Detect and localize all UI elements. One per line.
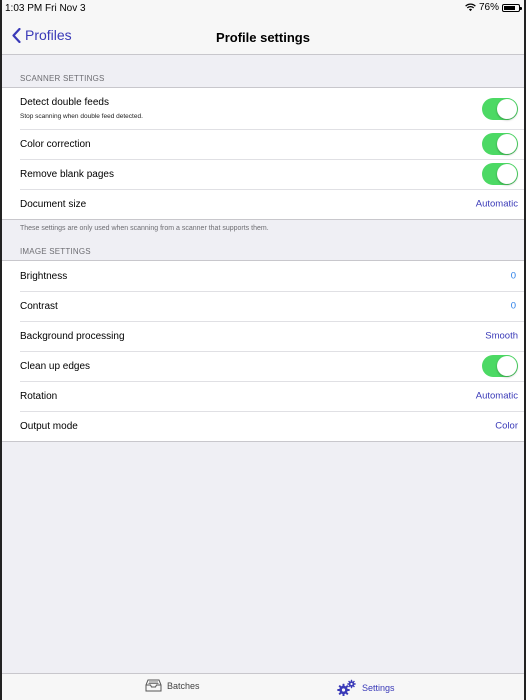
tab-label: Settings xyxy=(362,682,395,693)
remove-blank-pages-toggle[interactable] xyxy=(482,163,518,185)
remove-blank-pages-row: Remove blank pages xyxy=(2,159,524,189)
status-bar: 1:03 PM Fri Nov 3 76% xyxy=(2,0,524,18)
clean-up-edges-toggle[interactable] xyxy=(482,355,518,377)
row-subtitle: Stop scanning when double feed detected. xyxy=(20,113,143,120)
settings-content: SCANNER SETTINGS Detect double feeds Sto… xyxy=(2,56,524,442)
row-label: Output mode xyxy=(20,420,78,432)
output-mode-row[interactable]: Output mode Color xyxy=(2,411,524,441)
output-mode-value: Color xyxy=(495,420,518,432)
contrast-row[interactable]: Contrast 0 xyxy=(2,291,524,321)
row-label: Remove blank pages xyxy=(20,168,114,180)
battery-fill xyxy=(504,5,515,10)
color-correction-toggle[interactable] xyxy=(482,133,518,155)
rotation-value: Automatic xyxy=(475,390,518,402)
status-time: 1:03 PM Fri Nov 3 xyxy=(5,3,86,14)
row-label: Rotation xyxy=(20,390,58,402)
color-correction-row: Color correction xyxy=(2,129,524,159)
gears-icon xyxy=(337,679,356,696)
row-label: Background processing xyxy=(20,330,125,342)
wifi-icon xyxy=(465,3,476,12)
scanner-settings-footer: These settings are only used when scanni… xyxy=(20,225,269,232)
scanner-settings-group: Detect double feeds Stop scanning when d… xyxy=(2,87,524,220)
row-label: Color correction xyxy=(20,138,91,150)
toggle-knob xyxy=(497,356,517,376)
status-right: 76% xyxy=(465,2,522,13)
image-settings-group: Brightness 0 Contrast 0 Background proce… xyxy=(2,260,524,442)
detect-double-feeds-row: Detect double feeds Stop scanning when d… xyxy=(2,88,524,129)
tab-settings[interactable]: Settings xyxy=(337,679,395,696)
row-label: Brightness xyxy=(20,270,68,282)
image-settings-header: IMAGE SETTINGS xyxy=(20,247,91,256)
battery-icon xyxy=(502,3,522,12)
tab-label: Batches xyxy=(167,680,200,691)
row-label: Contrast xyxy=(20,300,58,312)
brightness-value: 0 xyxy=(510,270,516,282)
toggle-knob xyxy=(497,98,517,119)
tray-icon xyxy=(145,679,162,692)
rotation-row[interactable]: Rotation Automatic xyxy=(2,381,524,411)
contrast-value: 0 xyxy=(510,300,516,312)
document-size-row[interactable]: Document size Automatic xyxy=(2,189,524,219)
toggle-knob xyxy=(497,134,517,154)
page-title: Profile settings xyxy=(216,30,310,45)
clean-up-edges-row: Clean up edges xyxy=(2,351,524,381)
row-label: Document size xyxy=(20,198,87,210)
tab-batches[interactable]: Batches xyxy=(145,679,200,692)
toggle-knob xyxy=(497,164,517,184)
background-processing-value: Smooth xyxy=(485,330,518,342)
scanner-settings-header: SCANNER SETTINGS xyxy=(20,74,105,83)
battery-percent: 76% xyxy=(478,2,499,13)
navigation-bar: Profiles Profile settings xyxy=(2,18,524,55)
row-label: Clean up edges xyxy=(20,360,91,372)
background-processing-row[interactable]: Background processing Smooth xyxy=(2,321,524,351)
brightness-row[interactable]: Brightness 0 xyxy=(2,261,524,291)
detect-double-feeds-toggle[interactable] xyxy=(482,97,518,120)
screen: 1:03 PM Fri Nov 3 76% Profiles Profile s… xyxy=(0,0,526,700)
row-label: Detect double feeds xyxy=(20,97,109,108)
document-size-value: Automatic xyxy=(475,198,518,210)
tab-bar: Batches Settings xyxy=(2,673,524,700)
